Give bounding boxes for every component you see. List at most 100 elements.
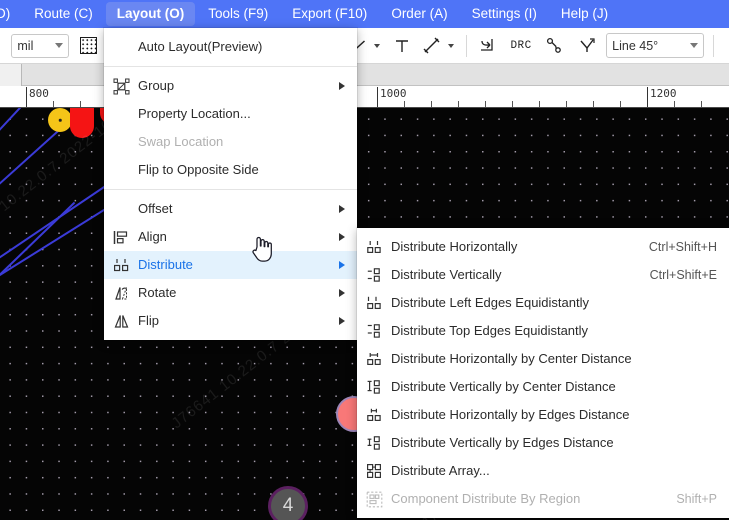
dimension-tool-button[interactable]	[421, 33, 444, 59]
menu-item-distribute-left-edges[interactable]: Distribute Left Edges Equidistantly	[357, 289, 729, 317]
menu-item-distribute-array[interactable]: Distribute Array...	[357, 457, 729, 485]
menu-item-label: Group	[138, 78, 175, 93]
unit-select[interactable]: mil	[11, 33, 70, 58]
menu-item-order[interactable]: Order (A)	[380, 2, 458, 26]
menu-item-settings[interactable]: Settings (I)	[461, 2, 548, 26]
menu-separator	[104, 189, 357, 190]
drc-label: DRC	[510, 39, 532, 52]
pad-yellow[interactable]	[48, 108, 72, 132]
menu-item-distribute-h-center[interactable]: Distribute Horizontally by Center Distan…	[357, 345, 729, 373]
submenu-arrow-icon	[339, 317, 345, 325]
ruler-label-1000: 1000	[380, 87, 407, 100]
menu-item-0[interactable]: D)	[0, 2, 21, 26]
pad-red[interactable]	[70, 108, 94, 138]
blank-icon	[104, 195, 138, 223]
menu-item-label: Distribute Top Edges Equidistantly	[391, 323, 589, 338]
menu-item-export[interactable]: Export (F10)	[281, 2, 378, 26]
menu-item-label: Swap Location	[138, 134, 224, 149]
ruler-label-800: 800	[29, 87, 49, 100]
menu-item-tools[interactable]: Tools (F9)	[197, 2, 279, 26]
mouse-cursor-hand-icon	[252, 236, 272, 262]
chevron-down-icon	[55, 43, 64, 48]
submenu-arrow-icon	[339, 233, 345, 241]
menu-item-flip[interactable]: Flip	[104, 307, 357, 335]
blank-icon	[104, 100, 138, 128]
menu-item-label: Flip to Opposite Side	[138, 162, 259, 177]
menu-item-label: Align	[138, 229, 167, 244]
blank-icon	[104, 33, 138, 61]
angle-mode-select[interactable]: Line 45°	[606, 33, 705, 58]
menu-item-property-location[interactable]: Property Location...	[104, 100, 357, 128]
dist-h-center-icon	[357, 345, 391, 373]
submenu-arrow-icon	[339, 289, 345, 297]
text-icon	[395, 39, 408, 52]
menu-item-distribute-v-center[interactable]: Distribute Vertically by Center Distance	[357, 373, 729, 401]
dist-region-icon	[357, 485, 391, 513]
menu-item-rotate[interactable]: Rotate	[104, 279, 357, 307]
teardrop-button[interactable]	[576, 33, 599, 59]
dist-vertical-icon	[357, 261, 391, 289]
submenu-arrow-icon	[339, 205, 345, 213]
dist-array-icon	[357, 457, 391, 485]
drop-in-icon	[481, 38, 493, 51]
menu-item-offset[interactable]: Offset	[104, 195, 357, 223]
unit-select-value: mil	[17, 38, 34, 53]
dist-left-edges-icon	[357, 289, 391, 317]
blank-icon	[104, 128, 138, 156]
menu-item-route[interactable]: Route (C)	[23, 2, 104, 26]
dist-v-edges-icon	[357, 429, 391, 457]
dimension-icon	[423, 37, 440, 53]
dist-top-edges-icon	[357, 317, 391, 345]
menu-item-group[interactable]: Group	[104, 72, 357, 100]
main-menu-bar: D) Route (C) Layout (O) Tools (F9) Expor…	[0, 0, 729, 28]
menu-item-label: Distribute Vertically by Center Distance	[391, 379, 616, 394]
menu-item-distribute-horizontally[interactable]: Distribute Horizontally Ctrl+Shift+H	[357, 233, 729, 261]
pcb-editor-window: D) Route (C) Layout (O) Tools (F9) Expor…	[0, 0, 729, 520]
import-shape-button[interactable]	[475, 33, 498, 59]
chevron-down-icon	[690, 43, 699, 48]
menu-item-label: Component Distribute By Region	[391, 491, 581, 506]
menu-item-distribute-v-edges[interactable]: Distribute Vertically by Edges Distance	[357, 429, 729, 457]
distribute-icon	[104, 251, 138, 279]
menu-item-auto-layout[interactable]: Auto Layout(Preview)	[104, 33, 357, 61]
group-icon	[104, 72, 138, 100]
menu-item-distribute[interactable]: Distribute	[104, 251, 357, 279]
menu-item-label: Distribute Horizontally by Edges Distanc…	[391, 407, 630, 422]
menu-item-flip-to-opposite-side[interactable]: Flip to Opposite Side	[104, 156, 357, 184]
menu-item-label: Distribute Array...	[391, 463, 490, 478]
line-tool-caret-button[interactable]	[371, 33, 384, 59]
menu-item-component-distribute-by-region: Component Distribute By Region Shift+P	[357, 485, 729, 513]
menu-item-label: Auto Layout(Preview)	[138, 39, 263, 54]
menu-item-label: Distribute Horizontally by Center Distan…	[391, 351, 632, 366]
menu-item-distribute-vertically[interactable]: Distribute Vertically Ctrl+Shift+E	[357, 261, 729, 289]
route-tool-button[interactable]	[544, 33, 567, 59]
dimension-caret-button[interactable]	[444, 33, 457, 59]
menu-item-label: Distribute	[138, 257, 193, 272]
menu-item-distribute-h-edges[interactable]: Distribute Horizontally by Edges Distanc…	[357, 401, 729, 429]
align-icon	[104, 223, 138, 251]
grid-toggle-button[interactable]	[77, 33, 100, 59]
drc-button[interactable]: DRC	[508, 33, 535, 59]
menu-separator	[104, 66, 357, 67]
menu-item-layout[interactable]: Layout (O)	[105, 2, 196, 26]
menu-item-help[interactable]: Help (J)	[550, 2, 619, 26]
ruler-label-1200: 1200	[650, 87, 677, 100]
menu-item-label: Distribute Left Edges Equidistantly	[391, 295, 589, 310]
menu-item-label: Distribute Vertically	[391, 267, 502, 282]
text-tool-button[interactable]	[390, 33, 413, 59]
grid-icon	[79, 37, 97, 54]
menu-item-label: Rotate	[138, 285, 177, 300]
flip-icon	[104, 307, 138, 335]
caret-down-icon	[374, 43, 381, 48]
dist-h-edges-icon	[357, 401, 391, 429]
menu-item-align[interactable]: Align	[104, 223, 357, 251]
submenu-arrow-icon	[339, 261, 345, 269]
menu-item-label: Flip	[138, 313, 159, 328]
blank-icon	[104, 156, 138, 184]
menu-item-shortcut: Shift+P	[676, 492, 717, 506]
menu-item-distribute-top-edges[interactable]: Distribute Top Edges Equidistantly	[357, 317, 729, 345]
dist-horizontal-icon	[357, 233, 391, 261]
menu-item-label: Distribute Horizontally	[391, 239, 518, 254]
component-badge[interactable]: 4	[268, 486, 308, 520]
submenu-arrow-icon	[339, 82, 345, 90]
